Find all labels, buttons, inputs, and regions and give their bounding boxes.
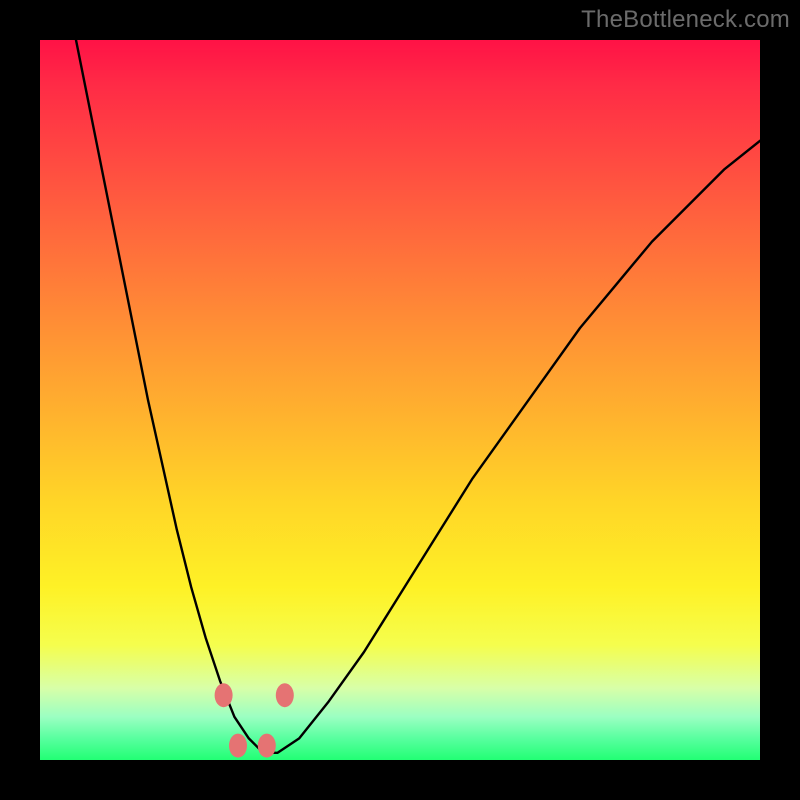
plot-area — [40, 40, 760, 760]
highlight-marker — [258, 734, 276, 758]
bottleneck-curve — [76, 40, 760, 753]
highlight-marker — [276, 683, 294, 707]
chart-frame: TheBottleneck.com — [0, 0, 800, 800]
highlight-marker — [229, 734, 247, 758]
highlight-marker — [215, 683, 233, 707]
watermark-text: TheBottleneck.com — [581, 6, 790, 34]
highlight-markers — [215, 683, 294, 757]
curve-overlay — [40, 40, 760, 760]
